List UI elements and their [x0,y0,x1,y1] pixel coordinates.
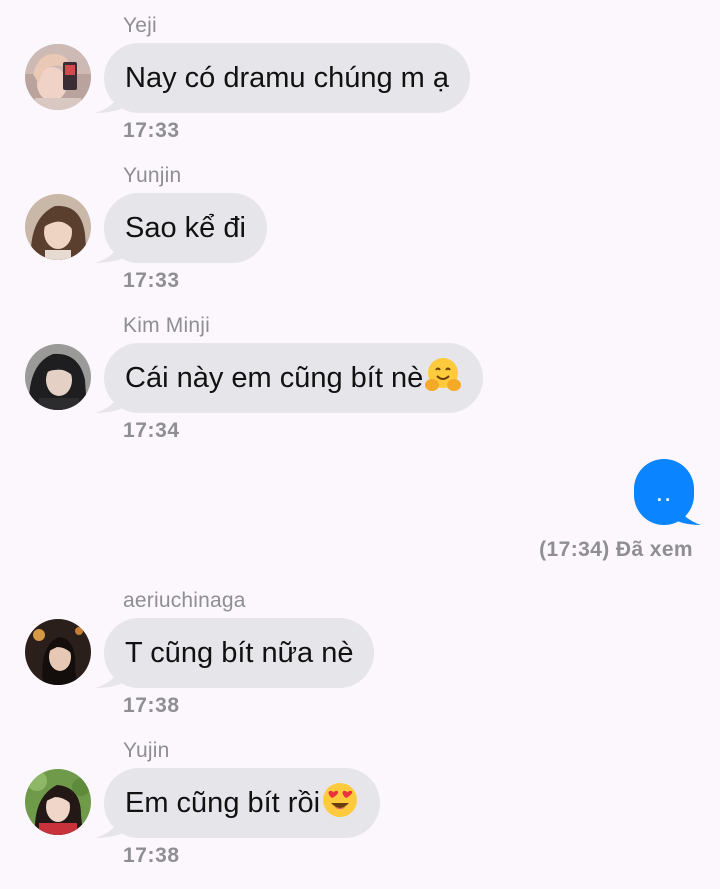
message-text: Em cũng bít rồi [125,787,321,819]
avatar[interactable] [25,619,91,685]
message-bubble[interactable]: T cũng bít nữa nè [95,618,375,688]
message-time: 17:33 [123,269,180,292]
message-text: Cái này em cũng bít nè [125,362,424,394]
avatar[interactable] [25,44,91,110]
sender-name: Yeji [123,14,157,37]
message-text: Sao kể đi [125,212,246,244]
avatar[interactable] [25,194,91,260]
message-text: T cũng bít nữa nè [125,637,354,669]
heart-eyes-emoji [323,783,358,817]
chat-thread: Yeji Nay có dramu chúng m ạ 17:33 Yunjin [0,0,720,889]
outgoing-message-text: .. [655,477,673,507]
message-bubble[interactable]: Em cũng bít rồi [95,768,381,838]
message-time: 17:33 [123,119,180,142]
sender-name: aeriuchinaga [123,589,246,612]
sender-name: Yunjin [123,164,182,187]
hugging-face-emoji [425,358,462,391]
message-bubble[interactable]: Sao kể đi [95,193,267,263]
read-receipt: (17:34) Đã xem [539,538,693,561]
message-bubble[interactable]: Nay có dramu chúng m ạ [95,43,470,113]
avatar[interactable] [25,769,91,835]
message-time: 17:38 [123,844,180,867]
avatar[interactable] [25,344,91,410]
message-text: Nay có dramu chúng m ạ [125,62,449,94]
sender-name: Kim Minji [123,314,210,337]
sender-name: Yujin [123,739,170,762]
message-bubble[interactable]: Cái này em cũng bít nè [95,343,484,413]
message-time: 17:34 [123,419,180,442]
message-time: 17:38 [123,694,180,717]
outgoing-message-bubble[interactable]: .. [634,459,701,525]
